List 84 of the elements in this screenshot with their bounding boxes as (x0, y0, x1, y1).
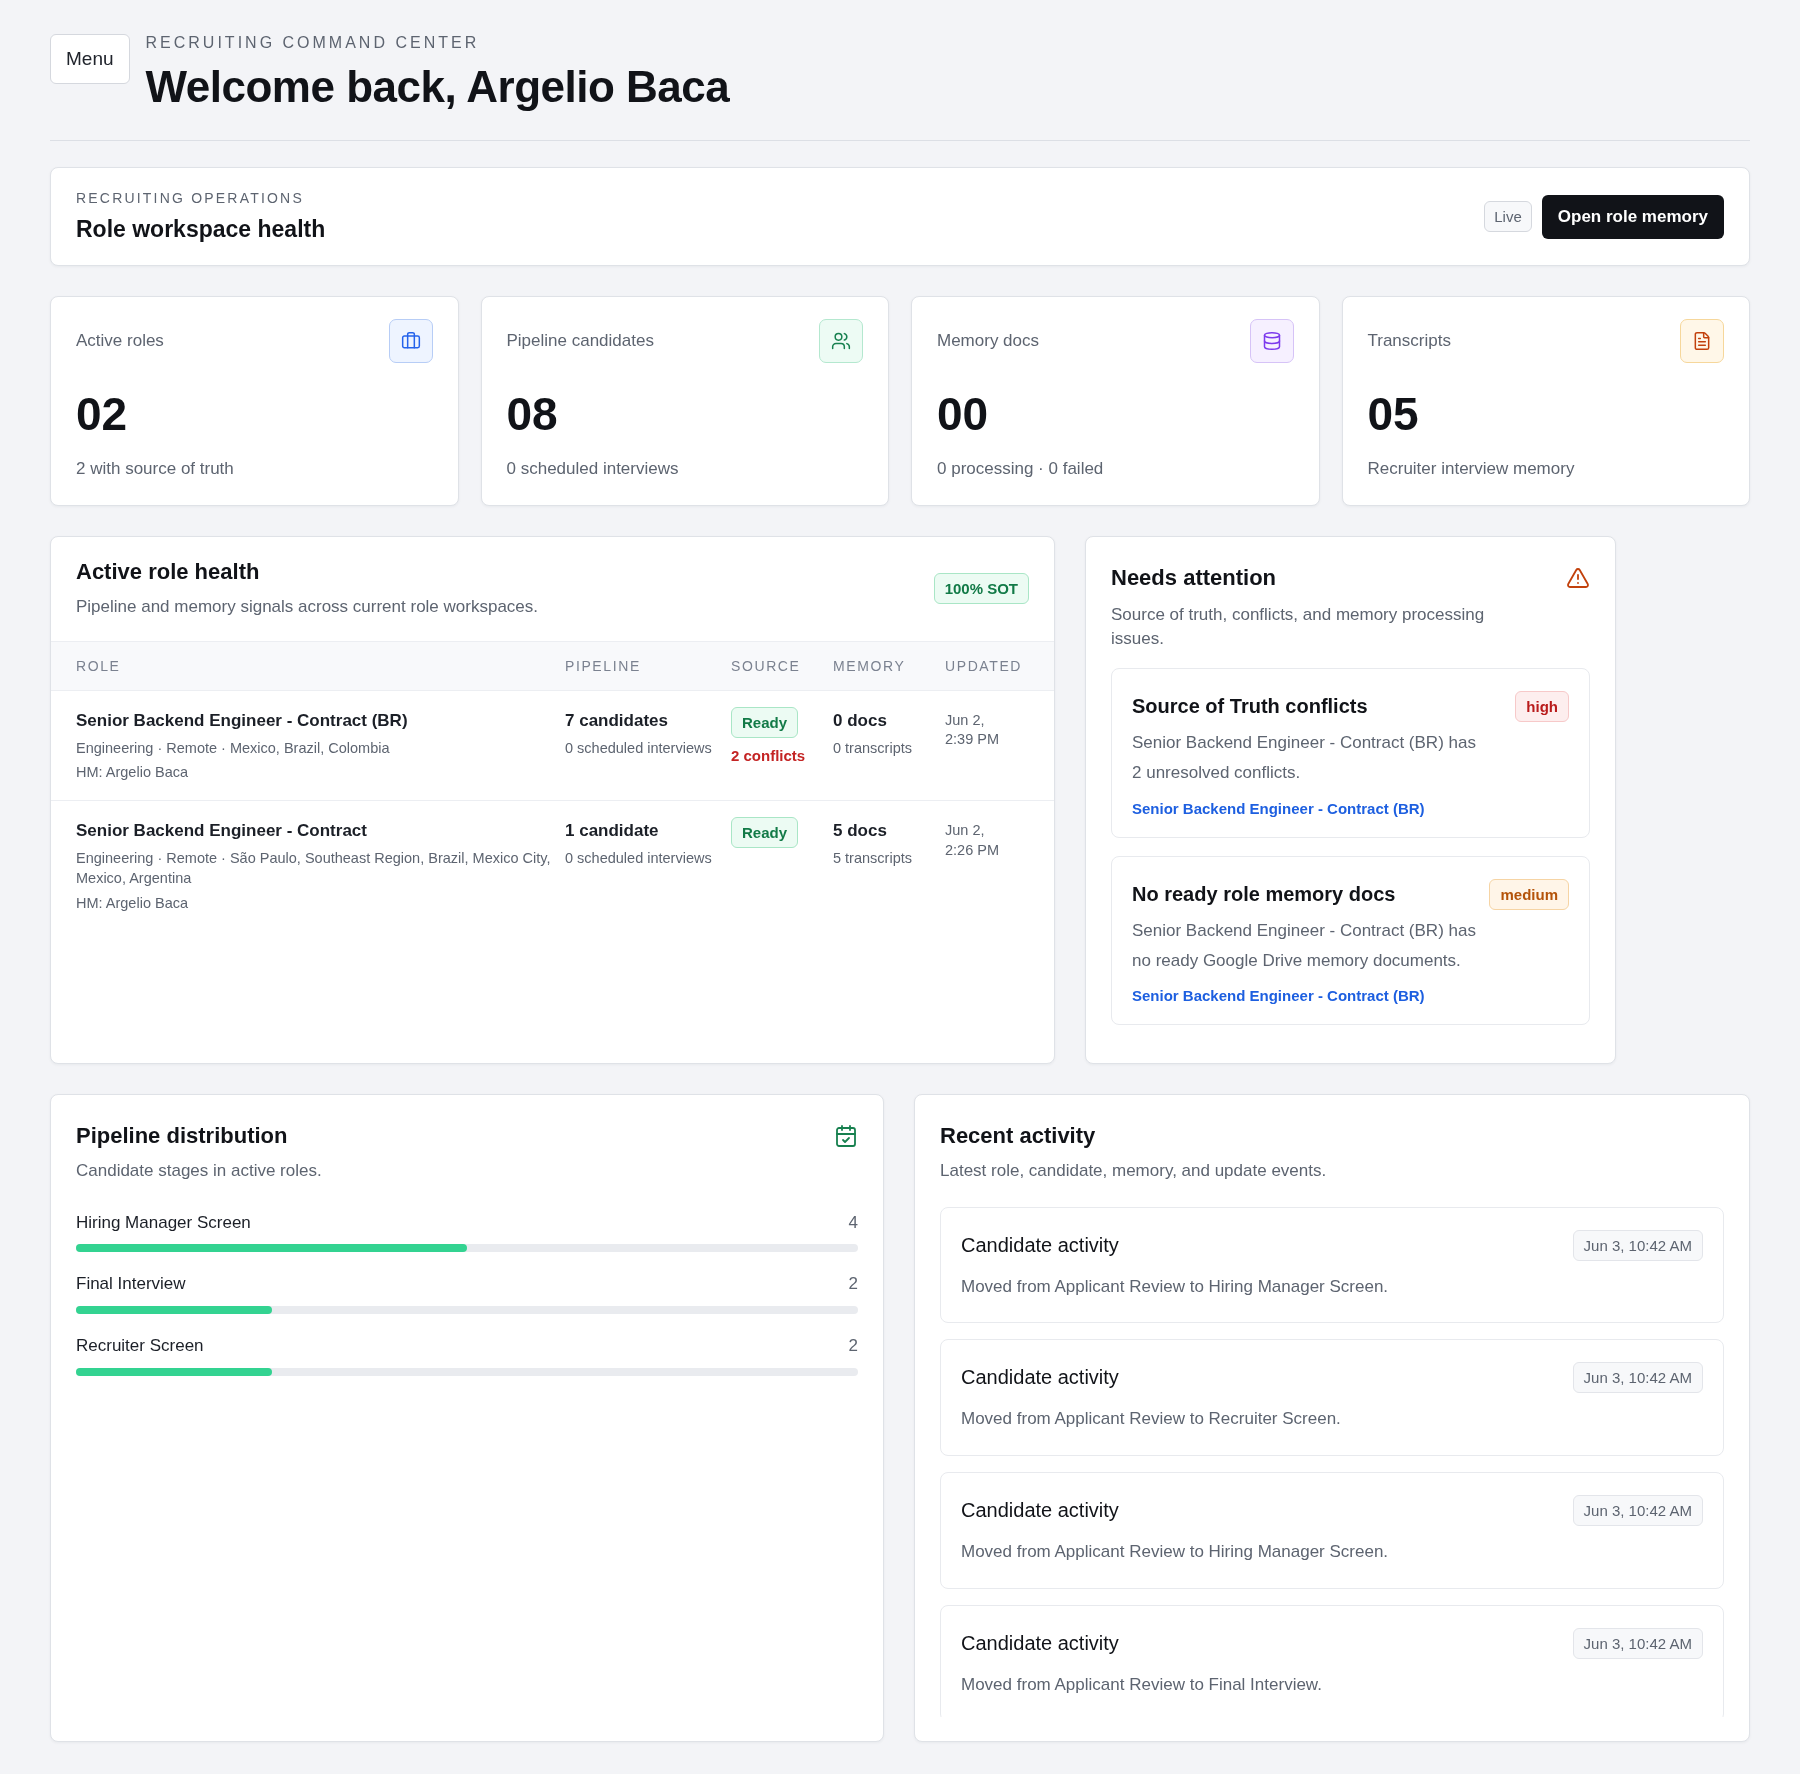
stage-name: Hiring Manager Screen (76, 1211, 251, 1234)
stage-name: Final Interview (76, 1273, 186, 1296)
page-title: Welcome back, Argelio Baca (145, 62, 730, 112)
severity-badge: high (1515, 691, 1569, 723)
interview-note: 0 scheduled interviews (565, 738, 713, 758)
candidate-count: 7 candidates (565, 710, 669, 731)
role-name: Senior Backend Engineer - Contract (BR) (76, 710, 409, 731)
stage-count: 2 (848, 1273, 858, 1296)
source-status-badge: Ready (731, 817, 799, 849)
activity-title: Candidate activity (961, 1632, 1119, 1655)
activity-title: Candidate activity (961, 1499, 1119, 1523)
issue-description: Senior Backend Engineer - Contract (BR) has 2 unresolved conflicts. (1132, 732, 1477, 785)
interview-note: 0 scheduled interviews (565, 849, 713, 869)
source-status-badge: Ready (731, 706, 799, 738)
card-subtitle: Source of truth, conflicts, and memory processing issues. (1111, 603, 1486, 650)
activity-description: Moved from Applicant Review to Hiring Manager Screen. (961, 1541, 1390, 1564)
activity-description: Moved from Applicant Review to Recruiter Screen. (961, 1408, 1342, 1431)
time-badge: Jun 3, 10:42 AM (1572, 1362, 1703, 1394)
transcript-count: 5 transcripts (833, 849, 913, 869)
activity-description: Moved from Applicant Review to Hiring Manager Screen. (961, 1275, 1390, 1298)
updated-time: Jun 2, 2:26 PM (945, 821, 1000, 860)
role-meta: Engineering · Remote · São Paulo, Southeast Region, Brazil, Mexico City, Mexico, Argentina (76, 849, 551, 888)
card-title: Needs attention (1111, 564, 1277, 591)
column-header: SOURCE (731, 657, 802, 674)
stat-value: 08 (506, 387, 559, 441)
card-title: Recent activity (940, 1122, 1097, 1149)
stat-label: Pipeline candidates (506, 330, 654, 353)
section-title: Role workspace health (76, 216, 326, 243)
card-subtitle: Candidate stages in active roles. (76, 1159, 323, 1182)
stat-note: 2 with source of truth (76, 458, 235, 480)
activity-title: Candidate activity (961, 1366, 1119, 1390)
doc-count: 5 docs (833, 821, 888, 842)
sot-badge: 100% SOT (933, 572, 1029, 604)
stage-count: 4 (848, 1211, 858, 1234)
briefcase-icon (388, 319, 433, 363)
time-badge: Jun 3, 10:42 AM (1572, 1229, 1703, 1261)
open-role-memory-button[interactable]: Open role memory (1541, 194, 1724, 239)
issue-title: Source of Truth conflicts (1132, 695, 1368, 719)
card-title: Active role health (76, 558, 261, 585)
role-meta: Engineering · Remote · Mexico, Brazil, Colombia (76, 738, 391, 758)
card-subtitle: Pipeline and memory signals across current role workspaces. (76, 595, 539, 618)
column-header: UPDATED (945, 657, 1024, 674)
calendar-check-icon (834, 1123, 858, 1148)
stat-value: 05 (1367, 387, 1420, 441)
role-link[interactable]: Senior Backend Engineer - Contract (BR) (1132, 799, 1569, 817)
stat-label: Memory docs (937, 330, 1040, 353)
page-eyebrow: RECRUITING COMMAND CENTER (145, 34, 481, 52)
card-subtitle: Latest role, candidate, memory, and update events. (940, 1159, 1328, 1182)
updated-time: Jun 2, 2:39 PM (945, 710, 1000, 750)
hiring-manager: HM: Argelio Baca (76, 763, 190, 783)
candidate-count: 1 candidate (565, 821, 660, 842)
time-badge: Jun 3, 10:42 AM (1572, 1495, 1703, 1527)
menu-button[interactable]: Menu (50, 34, 130, 84)
stat-value: 00 (937, 387, 990, 441)
live-badge: Live (1484, 201, 1532, 232)
column-header: PIPELINE (565, 657, 642, 674)
database-icon (1249, 319, 1294, 363)
role-name: Senior Backend Engineer - Contract (76, 821, 368, 842)
stat-value: 02 (76, 387, 129, 441)
column-header: ROLE (76, 657, 122, 674)
activity-title: Candidate activity (961, 1233, 1119, 1257)
time-badge: Jun 3, 10:42 AM (1572, 1628, 1703, 1659)
column-header: MEMORY (833, 657, 907, 674)
issue-description: Senior Backend Engineer - Contract (BR) has no ready Google Drive memory documents. (1132, 919, 1477, 972)
document-icon (1680, 319, 1724, 363)
conflict-count: 2 conflicts (731, 745, 807, 766)
stat-label: Active roles (76, 330, 164, 353)
role-link[interactable]: Senior Backend Engineer - Contract (BR) (1132, 987, 1569, 1005)
stat-label: Transcripts (1367, 330, 1451, 353)
stage-count: 2 (848, 1335, 858, 1358)
stage-name: Recruiter Screen (76, 1335, 204, 1358)
transcript-count: 0 transcripts (833, 738, 913, 758)
doc-count: 0 docs (833, 710, 888, 731)
activity-description: Moved from Applicant Review to Final Interview. (961, 1674, 1323, 1696)
section-eyebrow: RECRUITING OPERATIONS (76, 190, 305, 206)
card-title: Pipeline distribution (76, 1122, 288, 1149)
stat-note: 0 scheduled interviews (506, 458, 680, 480)
issue-title: No ready role memory docs (1132, 882, 1396, 906)
people-icon (819, 319, 863, 363)
warning-icon (1566, 565, 1590, 590)
hiring-manager: HM: Argelio Baca (76, 893, 190, 913)
severity-badge: medium (1489, 878, 1569, 910)
stat-note: 0 processing · 0 failed (937, 458, 1105, 480)
stat-note: Recruiter interview memory (1367, 458, 1576, 480)
